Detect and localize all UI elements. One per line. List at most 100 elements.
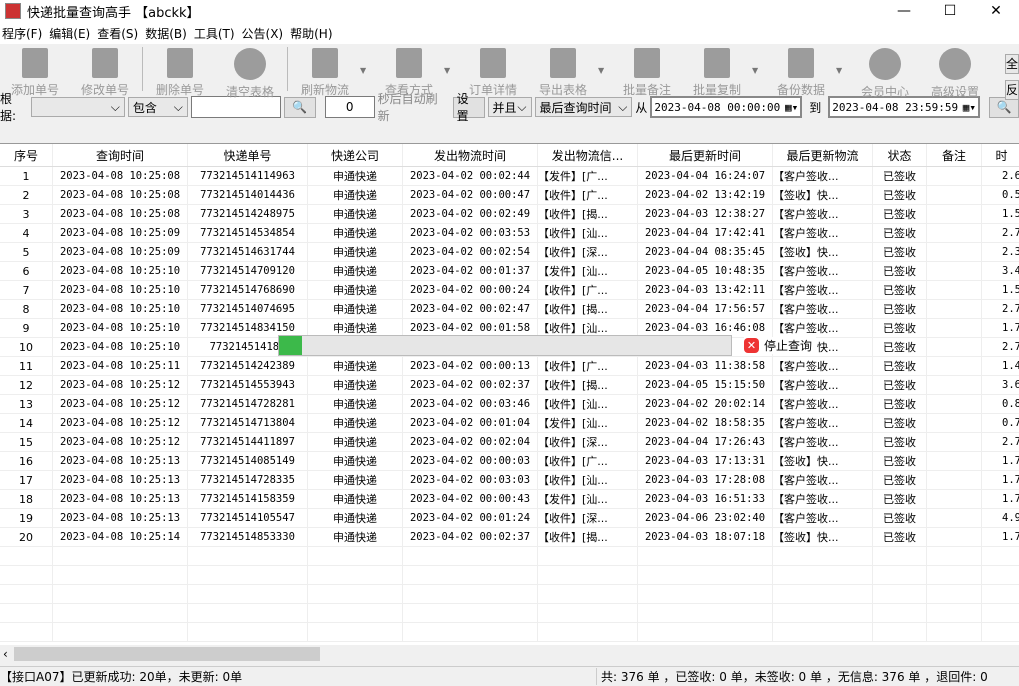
table-row[interactable]: 122023-04-08 10:25:12773214514553943申通快递… — [0, 376, 1019, 395]
logic-select[interactable]: 并且⌵ — [488, 97, 532, 117]
invert-select-button[interactable]: 反 — [1005, 80, 1019, 100]
toolbar-button[interactable]: 导出表格 — [528, 44, 598, 98]
column-header[interactable]: 时 — [982, 144, 1019, 166]
table-cell: 2 — [0, 186, 53, 204]
table-row[interactable]: 52023-04-08 10:25:09773214514631744申通快递2… — [0, 243, 1019, 262]
column-header[interactable]: 备注 — [927, 144, 982, 166]
menu-item[interactable]: 程序(F) — [0, 25, 47, 42]
table-cell: 1.7 — [982, 528, 1019, 546]
table-row[interactable]: 42023-04-08 10:25:09773214514534854申通快递2… — [0, 224, 1019, 243]
select-all-button[interactable]: 全 — [1005, 54, 1019, 74]
table-cell: 【客户签收... — [773, 281, 873, 299]
seconds-input[interactable]: 0 — [325, 96, 375, 118]
toolbar-button[interactable]: 修改单号 — [70, 44, 140, 98]
toolbar-button-label: 订单详情 — [469, 81, 517, 98]
toolbar-button[interactable]: 删除单号 — [145, 44, 215, 98]
table-cell: 【客户签收... — [773, 471, 873, 489]
time-field-select[interactable]: 最后查询时间⌵ — [535, 97, 633, 117]
table-row[interactable]: 202023-04-08 10:25:14773214514853330申通快递… — [0, 528, 1019, 547]
column-header[interactable]: 查询时间 — [53, 144, 188, 166]
table-cell: 已签收 — [873, 224, 927, 242]
toolbar-button[interactable]: 会员中心 — [850, 44, 920, 100]
toolbar-button[interactable]: 刷新物流 — [290, 44, 360, 98]
table-row[interactable]: 32023-04-08 10:25:08773214514248975申通快递2… — [0, 205, 1019, 224]
menu-item[interactable]: 编辑(E) — [47, 25, 95, 42]
menu-item[interactable]: 帮助(H) — [288, 25, 337, 42]
document-icon — [22, 48, 48, 78]
by-field-select[interactable]: ⌵ — [31, 97, 125, 117]
dropdown-arrow-icon[interactable]: ▼ — [360, 44, 374, 75]
table-cell: 2023-04-02 00:02:37 — [403, 528, 538, 546]
table-cell: 2.7 — [982, 224, 1019, 242]
table-row[interactable]: 192023-04-08 10:25:13773214514105547申通快递… — [0, 509, 1019, 528]
close-button[interactable]: ✕ — [973, 0, 1019, 22]
toolbar-button[interactable]: 添加单号 — [0, 44, 70, 98]
dropdown-arrow-icon[interactable]: ▼ — [598, 44, 612, 75]
dropdown-arrow-icon[interactable]: ▼ — [444, 44, 458, 75]
table-cell: 【客户签收... — [773, 490, 873, 508]
table-cell: 2023-04-02 00:03:46 — [403, 395, 538, 413]
set-button[interactable]: 设置 — [453, 97, 485, 118]
table-cell: 【客户签收... — [773, 319, 873, 337]
scrollbar-thumb[interactable] — [14, 647, 320, 661]
column-header[interactable]: 快递单号 — [188, 144, 308, 166]
horizontal-scrollbar[interactable]: ‹ — [0, 645, 1019, 663]
toolbar-button[interactable]: 备份数据 — [766, 44, 836, 98]
table-row[interactable]: 152023-04-08 10:25:12773214514411897申通快递… — [0, 433, 1019, 452]
table-cell: 2.7 — [982, 433, 1019, 451]
table-cell: 已签收 — [873, 243, 927, 261]
table-cell — [927, 376, 982, 394]
table-cell: 12 — [0, 376, 53, 394]
app-icon — [5, 3, 21, 19]
table-cell: 申通快递 — [308, 167, 403, 185]
table-cell: 10 — [0, 338, 53, 356]
table-row[interactable]: 112023-04-08 10:25:11773214514242389申通快递… — [0, 357, 1019, 376]
toolbar-button[interactable]: 高级设置 — [920, 44, 990, 100]
dropdown-arrow-icon[interactable]: ▼ — [836, 44, 850, 75]
table-row[interactable]: 72023-04-08 10:25:10773214514768690申通快递2… — [0, 281, 1019, 300]
column-header[interactable]: 发出物流时间 — [403, 144, 538, 166]
table-row[interactable]: 22023-04-08 10:25:08773214514014436申通快递2… — [0, 186, 1019, 205]
table-row[interactable]: 12023-04-08 10:25:08773214514114963申通快递2… — [0, 167, 1019, 186]
table-row[interactable]: 142023-04-08 10:25:12773214514713804申通快递… — [0, 414, 1019, 433]
table-row[interactable]: 172023-04-08 10:25:13773214514728335申通快递… — [0, 471, 1019, 490]
table-cell: 2023-04-02 00:01:04 — [403, 414, 538, 432]
toolbar-button[interactable]: 订单详情 — [458, 44, 528, 98]
search-button[interactable]: 🔍 — [284, 97, 316, 118]
table-cell: 申通快递 — [308, 205, 403, 223]
table-row[interactable]: 82023-04-08 10:25:10773214514074695申通快递2… — [0, 300, 1019, 319]
dropdown-arrow-icon[interactable]: ▼ — [752, 44, 766, 75]
pencil-icon — [92, 48, 118, 78]
from-date-picker[interactable]: 2023-04-08 00:00:00▦▾ — [650, 96, 802, 118]
table-row[interactable]: 132023-04-08 10:25:12773214514728281申通快递… — [0, 395, 1019, 414]
scroll-left-icon[interactable]: ‹ — [0, 647, 8, 661]
column-header[interactable]: 发出物流信... — [538, 144, 638, 166]
menu-item[interactable]: 查看(S) — [95, 25, 143, 42]
menu-item[interactable]: 公告(X) — [240, 25, 289, 42]
table-cell: 【客户签收... — [773, 300, 873, 318]
menu-item[interactable]: 工具(T) — [192, 25, 240, 42]
calendar-icon: ▦▾ — [963, 101, 976, 114]
match-select[interactable]: 包含⌵ — [128, 97, 188, 117]
table-cell: 【客户签收... — [773, 262, 873, 280]
column-header[interactable]: 状态 — [873, 144, 927, 166]
table-cell: 773214514631744 — [188, 243, 308, 261]
table-row[interactable]: 182023-04-08 10:25:13773214514158359申通快递… — [0, 490, 1019, 509]
table-cell: 773214514085149 — [188, 452, 308, 470]
maximize-button[interactable]: ☐ — [927, 0, 973, 22]
empty-row — [0, 547, 1019, 566]
table-row[interactable]: 62023-04-08 10:25:10773214514709120申通快递2… — [0, 262, 1019, 281]
toolbar-button[interactable]: 清空表格 — [215, 44, 285, 100]
table-cell — [927, 300, 982, 318]
toolbar-button[interactable]: 查看方式 — [374, 44, 444, 98]
column-header[interactable]: 最后更新物流 — [773, 144, 873, 166]
column-header[interactable]: 最后更新时间 — [638, 144, 773, 166]
toolbar-button[interactable]: 批量备注 — [612, 44, 682, 98]
column-header[interactable]: 快递公司 — [308, 144, 403, 166]
minimize-button[interactable]: — — [881, 0, 927, 22]
menu-item[interactable]: 数据(B) — [143, 25, 192, 42]
table-row[interactable]: 162023-04-08 10:25:13773214514085149申通快递… — [0, 452, 1019, 471]
toolbar-button[interactable]: 批量复制 — [682, 44, 752, 98]
stop-query-button[interactable]: ✕ 停止查询 — [744, 337, 816, 354]
column-header[interactable]: 序号 — [0, 144, 53, 166]
